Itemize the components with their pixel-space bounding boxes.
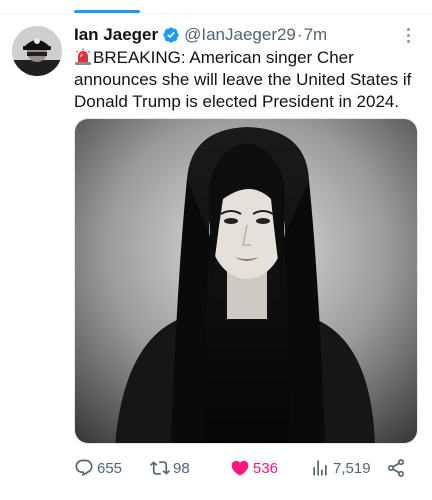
separator-dot: · [296, 25, 303, 44]
author-name[interactable]: Ian Jaeger [74, 25, 158, 45]
reply-button[interactable]: 655 [74, 454, 122, 482]
views-count: 7,519 [333, 459, 371, 477]
share-button[interactable] [386, 454, 406, 482]
more-options-icon[interactable] [398, 24, 418, 46]
avatar[interactable] [12, 26, 62, 76]
views-button[interactable]: 7,519 [310, 454, 371, 482]
retweet-icon [150, 458, 170, 478]
tweet-actions: 655 98 536 7,519 [74, 454, 410, 482]
reply-icon [74, 458, 94, 478]
share-icon [386, 458, 406, 478]
retweet-button[interactable]: 98 [150, 454, 190, 482]
retweet-count: 98 [173, 459, 190, 477]
author-handle[interactable]: @IanJaeger29 [184, 25, 296, 45]
police-siren-icon [74, 48, 92, 66]
like-count: 536 [253, 459, 279, 477]
timestamp[interactable]: 7m [304, 25, 328, 45]
heart-icon [230, 458, 250, 478]
verified-badge-icon [162, 26, 180, 44]
reply-count: 655 [97, 459, 123, 477]
tweet-header: Ian Jaeger @IanJaeger29 · 7m [74, 24, 392, 46]
tweet-body: BREAKING: American singer Cher announces… [74, 48, 412, 111]
tweet-text: BREAKING: American singer Cher announces… [74, 47, 426, 113]
views-chart-icon [310, 458, 330, 478]
divider [0, 13, 432, 14]
like-button[interactable]: 536 [230, 454, 278, 482]
tweet-photo[interactable] [74, 118, 418, 444]
